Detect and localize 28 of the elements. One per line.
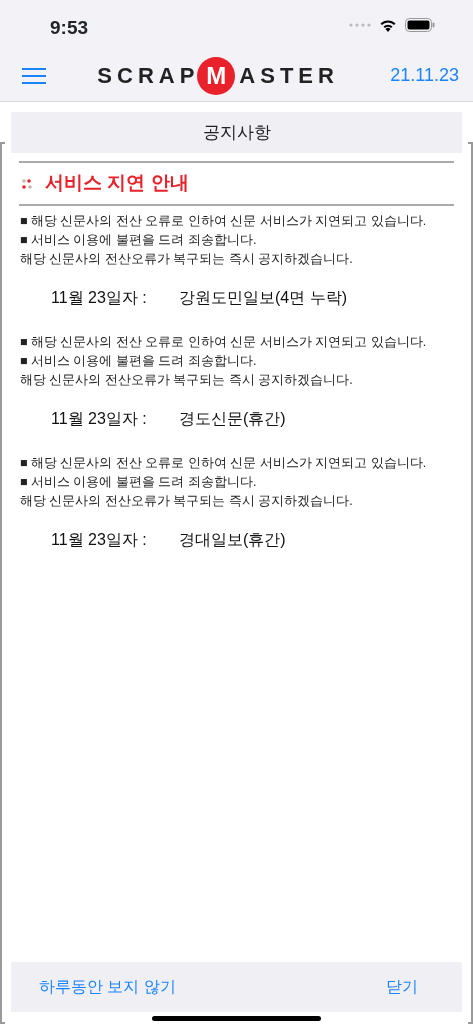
notice-heading: 서비스 지연 안내 <box>45 171 189 196</box>
notice-line: 해당 신문사의 전산오류가 복구되는 즉시 공지하겠습니다. <box>20 493 354 510</box>
close-button[interactable]: 닫기 <box>382 971 422 1003</box>
signal-icon <box>349 23 371 27</box>
notice-line: ■ 해당 신문사의 전산 오류로 인하여 신문 서비스가 지연되고 있습니다. <box>20 334 428 351</box>
wifi-icon <box>379 18 397 32</box>
notice-line: 해당 신문사의 전산오류가 복구되는 즉시 공지하겠습니다. <box>20 372 354 389</box>
dialog-title: 공지사항 <box>11 112 462 153</box>
menu-icon[interactable] <box>22 67 46 84</box>
notice-line: ■ 서비스 이용에 불편을 드려 죄송합니다. <box>20 353 258 370</box>
notice-line: ■ 해당 신문사의 전산 오류로 인하여 신문 서비스가 지연되고 있습니다. <box>20 213 428 230</box>
notice-line: ■ 해당 신문사의 전산 오류로 인하여 신문 서비스가 지연되고 있습니다. <box>20 455 428 472</box>
logo-text: SCRAP <box>97 62 200 90</box>
notice-line: 해당 신문사의 전산오류가 복구되는 즉시 공지하겠습니다. <box>20 251 354 268</box>
entry-date: 11월 23일자 : <box>51 530 148 550</box>
newspaper-name: 경대일보(휴간) <box>179 531 286 548</box>
notice-line: ■ 서비스 이용에 불편을 드려 죄송합니다. <box>20 232 258 249</box>
battery-icon <box>405 18 435 32</box>
newspaper-name: 강원도민일보(4면 누락) <box>179 289 347 306</box>
entry-date: 11월 23일자 : <box>51 409 148 429</box>
logo-badge: M <box>197 56 236 95</box>
hide-today-button[interactable]: 하루동안 보지 않기 <box>35 971 180 1003</box>
logo-text: ASTER <box>239 62 339 90</box>
notice-line: ■ 서비스 이용에 불편을 드려 죄송합니다. <box>20 474 258 491</box>
newspaper-name: 경도신문(휴간) <box>179 410 286 427</box>
status-time: 9:53 <box>50 15 89 40</box>
entry-date: 11월 23일자 : <box>51 288 148 308</box>
date-link[interactable]: 21.11.23 <box>390 62 459 89</box>
